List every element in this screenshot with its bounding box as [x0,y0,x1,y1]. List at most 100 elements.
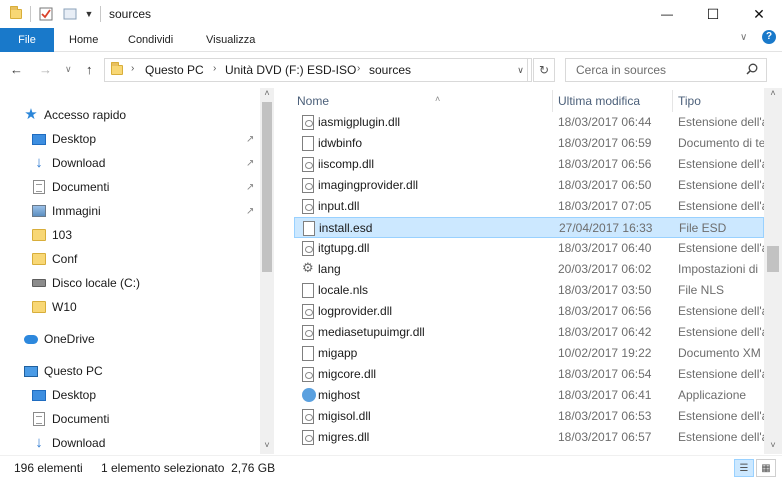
desktop-icon [32,388,46,402]
table-row[interactable]: itgtupg.dll 18/03/2017 06:40 Estensione de… [294,238,764,259]
file-type: Estensione dell'a [678,157,764,171]
nav-item-onedrive[interactable]: OneDrive [24,328,95,350]
nav-item-w10[interactable]: W10 [32,296,77,318]
recent-locations-button[interactable]: ∨ [65,64,72,75]
search-icon[interactable] [746,63,758,78]
properties-icon[interactable] [38,5,54,23]
scroll-down-icon[interactable]: ˅ [260,440,274,450]
forward-button[interactable]: → [39,62,52,77]
column-divider[interactable] [552,90,553,112]
nav-item-103[interactable]: 103 [32,224,72,246]
customize-toolbar-icon[interactable]: ▼ [84,5,94,23]
nav-item-download[interactable]: ↓ Download [32,152,105,174]
pin-icon[interactable]: ↗ [246,206,254,217]
back-button[interactable]: ← [10,62,23,77]
window-title: sources [109,7,152,21]
maximize-button[interactable]: ☐ [690,0,736,28]
file-icon [302,136,314,151]
file-type: Documento XM [678,346,761,360]
file-list-scrollbar[interactable]: ˄ ˅ [764,88,782,454]
nav-pane-scrollbar[interactable]: ˄ ˅ [260,88,274,454]
pictures-icon [32,204,46,218]
dll-file-icon [302,325,314,340]
column-header-date[interactable]: Ultima modifica [558,92,640,112]
address-row: ← → ∨ ↑ › Questo PC › Unità DVD (F:) ESD… [0,53,782,87]
breadcrumb-sources[interactable]: sources [369,63,411,77]
table-row[interactable]: migres.dll 18/03/2017 06:57 Estensione del… [294,427,764,448]
nav-item-desktop[interactable]: Desktop [32,128,96,150]
nav-item-desktop-pc[interactable]: Desktop [32,384,96,406]
scrollbar-thumb[interactable] [767,246,779,272]
tab-condividi[interactable]: Condividi [128,28,173,52]
close-button[interactable]: ✕ [736,0,782,28]
ribbon-expand-button[interactable]: ∨ [740,32,747,43]
file-name: logprovider.dll [318,304,393,318]
address-bar[interactable]: › Questo PC › Unità DVD (F:) ESD-ISO › s… [104,58,528,82]
address-dropdown-button[interactable]: ∨ [510,58,532,82]
table-row[interactable]: iasmigplugin.dll 18/03/2017 06:44 Estensio… [294,112,764,133]
table-row[interactable]: logprovider.dll 18/03/2017 06:56 Estension… [294,301,764,322]
table-row[interactable]: install.esd 27/04/2017 16:33 File ESD [294,217,764,238]
scroll-down-icon[interactable]: ˅ [764,440,782,450]
nav-item-immagini[interactable]: Immagini [32,200,101,222]
nav-item-documenti-pc[interactable]: Documenti [32,408,109,430]
search-input[interactable]: Cerca in sources [576,63,666,77]
file-icon [302,283,314,298]
file-name: iiscomp.dll [318,157,375,171]
breadcrumb-dvd-drive[interactable]: Unità DVD (F:) ESD-ISO [225,63,356,77]
tab-home[interactable]: Home [69,28,98,52]
table-row[interactable]: migisol.dll 18/03/2017 06:53 Estensione de… [294,406,764,427]
table-row[interactable]: iiscomp.dll 18/03/2017 06:56 Estensione de… [294,154,764,175]
nav-item-documenti[interactable]: Documenti [32,176,109,198]
file-type: Impostazioni di [678,262,759,276]
nav-item-questo-pc[interactable]: Questo PC [24,360,103,382]
table-row[interactable]: ⚙ lang 20/03/2017 06:02 Impostazioni di [294,259,764,280]
column-header-type[interactable]: Tipo [678,92,701,112]
chevron-right-icon[interactable]: › [357,63,360,74]
table-row[interactable]: idwbinfo 18/03/2017 06:59 Documento di te [294,133,764,154]
scroll-up-icon[interactable]: ˄ [764,88,782,98]
pin-icon[interactable]: ↗ [246,158,254,169]
nav-item-label: Disco locale (C:) [52,276,141,290]
pin-icon[interactable]: ↗ [246,134,254,145]
large-icons-view-button[interactable]: ▦ [756,459,776,477]
nav-item-accesso-rapido[interactable]: ★ Accesso rapido [24,104,126,126]
scroll-up-icon[interactable]: ˄ [260,88,274,98]
nav-item-download-pc[interactable]: ↓ Download [32,432,105,454]
tab-visualizza[interactable]: Visualizza [206,28,255,52]
column-divider[interactable] [672,90,673,112]
minimize-button[interactable]: — [644,0,690,28]
breadcrumb-questo-pc[interactable]: Questo PC [145,63,204,77]
table-row[interactable]: input.dll 18/03/2017 07:05 Estensione dell… [294,196,764,217]
documents-icon [32,412,46,426]
table-row[interactable]: locale.nls 18/03/2017 03:50 File NLS [294,280,764,301]
tab-file[interactable]: File [0,28,54,52]
table-row[interactable]: imagingprovider.dll 18/03/2017 06:50 Esten… [294,175,764,196]
column-header-name[interactable]: Nome ˄ [297,92,440,112]
nav-item-disco-locale[interactable]: Disco locale (C:) [32,272,140,294]
folder-icon [8,5,24,23]
scrollbar-thumb[interactable] [262,102,272,272]
pin-icon[interactable]: ↗ [246,182,254,193]
nav-item-conf[interactable]: Conf [32,248,77,270]
details-view-button[interactable]: ☰ [734,459,754,477]
file-date: 18/03/2017 06:54 [558,367,652,381]
table-row[interactable]: mediasetupuimgr.dll 18/03/2017 06:42 Esten… [294,322,764,343]
table-row[interactable]: migapp 10/02/2017 19:22 Documento XM [294,343,764,364]
table-row[interactable]: migcore.dll 18/03/2017 06:54 Estensione de… [294,364,764,385]
help-button[interactable]: ? [762,30,776,44]
table-row[interactable]: mighost 18/03/2017 06:41 Applicazione [294,385,764,406]
search-box[interactable]: Cerca in sources [565,58,767,82]
up-button[interactable]: ↑ [86,62,93,77]
file-type: Estensione dell'a [678,199,764,213]
refresh-button[interactable]: ↻ [533,58,555,82]
new-folder-icon[interactable] [62,5,78,23]
folder-icon [32,228,46,242]
chevron-right-icon[interactable]: › [131,63,134,74]
download-icon: ↓ [35,154,43,171]
settings-file-icon: ⚙ [302,260,314,275]
chevron-right-icon[interactable]: › [213,63,216,74]
file-date: 10/02/2017 19:22 [558,346,652,360]
file-date: 18/03/2017 06:40 [558,241,652,255]
file-type: Estensione dell'a [678,409,764,423]
